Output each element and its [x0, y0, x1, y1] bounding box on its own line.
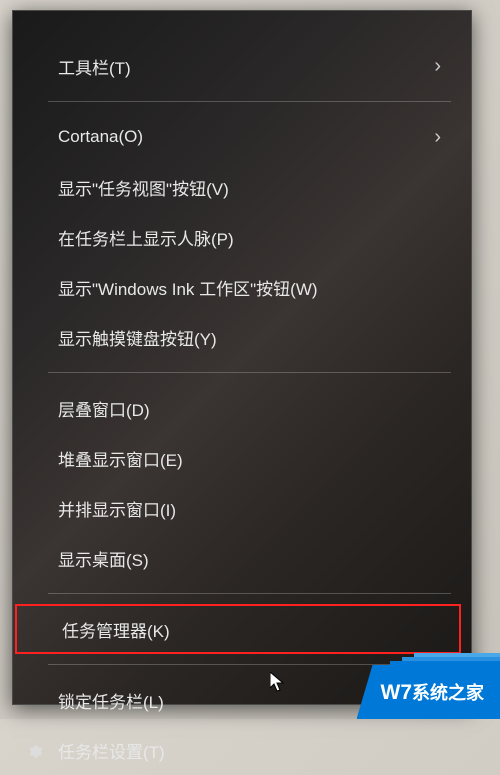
menu-label: 工具栏(T) — [58, 54, 434, 79]
watermark: W7系统之家 — [357, 665, 500, 719]
chevron-right-icon: › — [434, 55, 441, 78]
menu-label: 堆叠显示窗口(E) — [58, 446, 441, 471]
menu-label: 显示"Windows Ink 工作区"按钮(W) — [58, 275, 441, 300]
menu-label: 显示触摸键盘按钮(Y) — [58, 325, 441, 350]
menu-item-show-desktop[interactable]: 显示桌面(S) — [13, 533, 471, 583]
menu-label: 显示桌面(S) — [58, 546, 441, 571]
taskbar-context-menu: 工具栏(T) › Cortana(O) › 显示"任务视图"按钮(V) 在任务栏… — [12, 10, 472, 705]
chevron-right-icon: › — [434, 126, 441, 149]
watermark-decoration — [390, 653, 500, 665]
menu-item-toolbars[interactable]: 工具栏(T) › — [13, 41, 471, 91]
menu-item-taskbar-settings[interactable]: 任务栏设置(T) — [13, 725, 471, 775]
watermark-text: W7系统之家 — [381, 679, 485, 705]
menu-item-show-windows-ink[interactable]: 显示"Windows Ink 工作区"按钮(W) — [13, 262, 471, 312]
menu-item-cascade-windows[interactable]: 层叠窗口(D) — [13, 383, 471, 433]
menu-item-side-by-side[interactable]: 并排显示窗口(I) — [13, 483, 471, 533]
menu-separator — [48, 593, 451, 594]
menu-label: 在任务栏上显示人脉(P) — [58, 225, 441, 250]
menu-item-task-manager[interactable]: 任务管理器(K) — [15, 604, 461, 654]
menu-label: 并排显示窗口(I) — [58, 496, 441, 521]
menu-item-show-task-view[interactable]: 显示"任务视图"按钮(V) — [13, 162, 471, 212]
menu-label: Cortana(O) — [58, 127, 434, 147]
menu-label: 显示"任务视图"按钮(V) — [58, 175, 441, 200]
gear-icon — [27, 741, 45, 759]
menu-item-show-touch-keyboard[interactable]: 显示触摸键盘按钮(Y) — [13, 312, 471, 362]
menu-item-stack-windows[interactable]: 堆叠显示窗口(E) — [13, 433, 471, 483]
menu-label: 层叠窗口(D) — [58, 396, 441, 421]
menu-item-show-people[interactable]: 在任务栏上显示人脉(P) — [13, 212, 471, 262]
menu-separator — [48, 372, 451, 373]
menu-label: 任务栏设置(T) — [58, 738, 441, 763]
mouse-cursor-icon — [270, 672, 286, 694]
menu-label: 任务管理器(K) — [62, 617, 429, 642]
menu-separator — [48, 101, 451, 102]
menu-item-cortana[interactable]: Cortana(O) › — [13, 112, 471, 162]
